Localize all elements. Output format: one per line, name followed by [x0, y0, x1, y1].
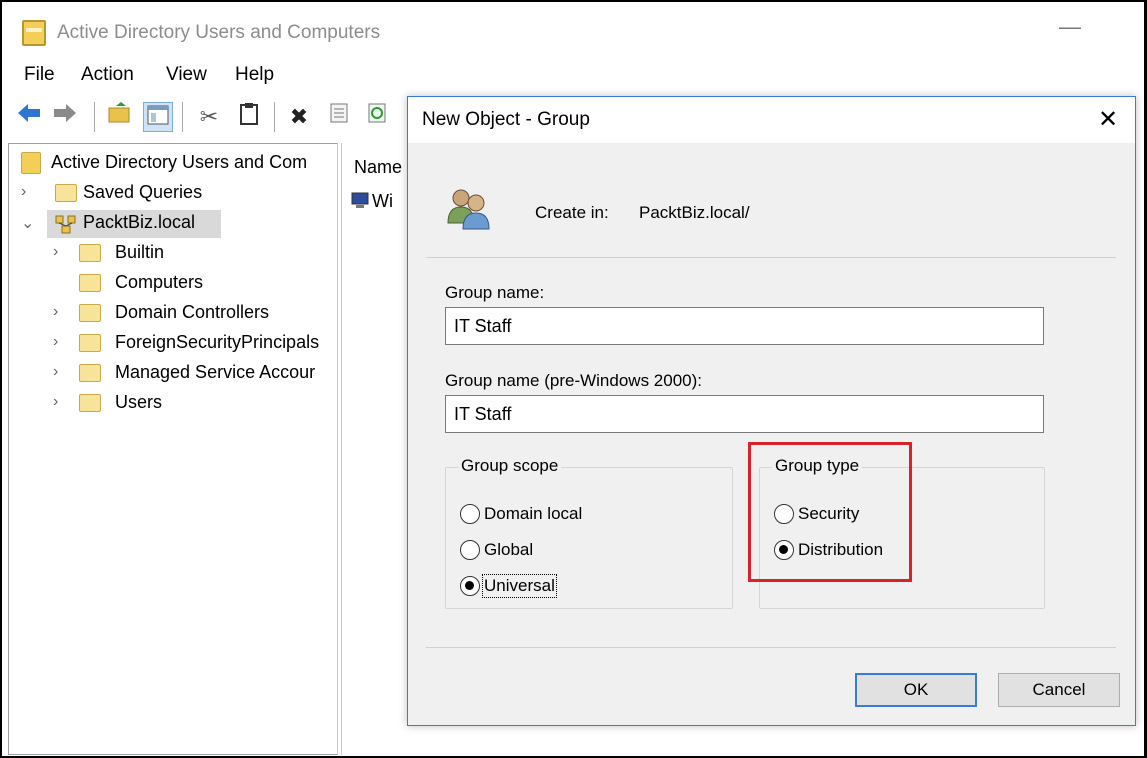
chevron-right-icon[interactable]: ›	[21, 183, 37, 201]
folder-icon	[79, 364, 101, 382]
tree-item-label: PacktBiz.local	[83, 212, 196, 232]
tree-item-managed-service-accounts[interactable]: › Managed Service Accour	[53, 360, 337, 388]
group-name-label: Group name:	[445, 283, 545, 302]
tree-item-builtin[interactable]: › Builtin	[53, 240, 333, 268]
tree-item-packtbiz-local[interactable]: ⌄ PacktBiz.local	[21, 210, 321, 238]
create-in-label: Create in:	[535, 203, 609, 222]
radio-universal[interactable]: Universal	[460, 574, 660, 600]
toolbar: ✂ ✖	[2, 96, 422, 138]
column-header-name[interactable]: Name	[354, 157, 402, 178]
console-tree: Active Directory Users and Com › Saved Q…	[8, 143, 338, 755]
ou-folder-icon	[79, 304, 101, 322]
folder-icon	[79, 394, 101, 412]
separator	[426, 257, 1116, 258]
chevron-right-icon[interactable]: ›	[53, 333, 69, 351]
menu-view[interactable]: View	[166, 64, 207, 86]
tree-item-label: Users	[115, 392, 163, 412]
properties-icon[interactable]	[324, 102, 354, 132]
list-item[interactable]: Wi	[350, 189, 410, 215]
chevron-right-icon[interactable]: ›	[53, 303, 69, 321]
up-folder-icon[interactable]	[105, 102, 135, 132]
tree-item-domain-controllers[interactable]: › Domain Controllers	[53, 300, 333, 328]
tree-item-label: Saved Queries	[83, 182, 203, 202]
details-pane: Name Wi	[341, 143, 411, 755]
tree-item-users[interactable]: › Users	[53, 390, 333, 418]
dialog-titlebar: New Object - Group ✕	[408, 97, 1135, 143]
refresh-icon[interactable]	[362, 102, 392, 132]
computer-icon	[350, 192, 370, 210]
radio-domain-local[interactable]: Domain local	[460, 502, 660, 528]
dialog-body: Create in: PacktBiz.local/ Group name: I…	[408, 143, 1135, 725]
window-title: Active Directory Users and Computers	[57, 22, 381, 43]
show-hide-tree-icon[interactable]	[143, 102, 173, 132]
menu-bar: File Action View Help	[2, 58, 1143, 92]
menu-help[interactable]: Help	[235, 64, 274, 86]
group-icon	[444, 185, 496, 231]
tree-item-label: Builtin	[115, 242, 165, 262]
tree-item-computers[interactable]: Computers	[53, 270, 333, 298]
radio-label: Universal	[482, 574, 557, 598]
menu-file[interactable]: File	[24, 64, 55, 86]
chevron-right-icon[interactable]: ›	[53, 393, 69, 411]
tree-root-label: Active Directory Users and Com	[51, 152, 308, 172]
domain-icon	[55, 213, 77, 235]
close-icon[interactable]: ✕	[1093, 105, 1123, 135]
folder-icon	[79, 244, 101, 262]
delete-icon[interactable]: ✖	[284, 102, 314, 132]
toolbar-separator	[274, 102, 275, 132]
folder-icon	[55, 184, 77, 202]
back-arrow-icon[interactable]	[14, 102, 44, 132]
minimize-button[interactable]: —	[1055, 12, 1085, 42]
radio-button[interactable]	[460, 540, 480, 560]
tree-root[interactable]: Active Directory Users and Com	[21, 150, 337, 178]
tree-item-saved-queries[interactable]: › Saved Queries	[21, 180, 321, 208]
toolbar-separator	[94, 102, 95, 132]
radio-label: Domain local	[484, 504, 583, 523]
radio-label: Global	[484, 540, 534, 559]
group-scope-box: Group scope Domain local Global Universa…	[445, 456, 733, 609]
forward-arrow-icon[interactable]	[50, 102, 80, 132]
folder-icon	[79, 334, 101, 352]
ad-root-icon	[21, 152, 41, 174]
tree-item-label: Managed Service Accour	[115, 362, 316, 382]
menu-action[interactable]: Action	[81, 64, 134, 86]
toolbar-separator	[182, 102, 183, 132]
tree-item-label: Computers	[115, 272, 204, 292]
ad-app-icon	[22, 20, 46, 46]
radio-button[interactable]	[460, 504, 480, 524]
group-name-pre2000-input[interactable]: IT Staff	[445, 395, 1044, 433]
radio-global[interactable]: Global	[460, 538, 660, 564]
create-in-path: PacktBiz.local/	[639, 203, 750, 222]
new-object-group-dialog: New Object - Group ✕ Create in: PacktBiz…	[407, 96, 1136, 726]
ok-button[interactable]: OK	[855, 673, 977, 707]
cut-icon[interactable]: ✂	[194, 102, 224, 132]
chevron-right-icon[interactable]: ›	[53, 243, 69, 261]
cancel-button[interactable]: Cancel	[998, 673, 1120, 707]
separator	[426, 647, 1116, 648]
tree-item-label: ForeignSecurityPrincipals	[115, 332, 320, 352]
chevron-right-icon[interactable]: ›	[53, 363, 69, 381]
radio-button-selected[interactable]	[460, 576, 480, 596]
group-name-pre2000-label: Group name (pre-Windows 2000):	[445, 371, 703, 390]
copy-icon[interactable]	[234, 102, 264, 132]
group-scope-title: Group scope	[458, 456, 562, 476]
chevron-down-icon[interactable]: ⌄	[21, 213, 37, 233]
group-name-input[interactable]: IT Staff	[445, 307, 1044, 345]
folder-icon	[79, 274, 101, 292]
dialog-title: New Object - Group	[422, 109, 590, 130]
tree-item-label: Domain Controllers	[115, 302, 270, 322]
annotation-highlight-box	[748, 442, 912, 582]
window-titlebar: Active Directory Users and Computers —	[2, 2, 1143, 58]
tree-item-foreign-security-principals[interactable]: › ForeignSecurityPrincipals	[53, 330, 337, 358]
list-item-label: Wi	[372, 191, 393, 211]
